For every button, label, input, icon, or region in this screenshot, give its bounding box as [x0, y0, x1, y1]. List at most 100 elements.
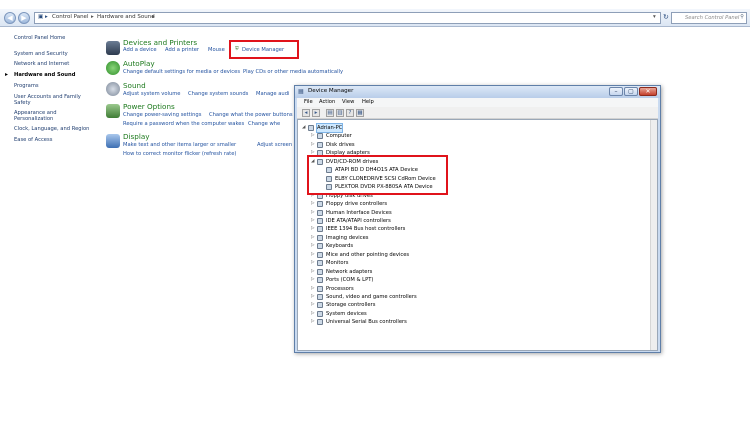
- breadcrumb-hardware-and-sound[interactable]: Hardware and Sound: [97, 14, 155, 20]
- link-make-text-larger[interactable]: Make text and other items larger or smal…: [123, 142, 236, 148]
- menu-help[interactable]: Help: [362, 99, 374, 105]
- nav-appearance-line2[interactable]: Personalization: [14, 116, 53, 122]
- link-add-device[interactable]: Add a device: [123, 47, 157, 53]
- properties-icon[interactable]: ▤: [326, 109, 334, 117]
- minimize-button[interactable]: –: [609, 87, 623, 96]
- category-autoplay[interactable]: AutoPlay: [123, 59, 155, 68]
- address-bar[interactable]: ▣ ▸ Control Panel ▸ Hardware and Sound ▸…: [34, 12, 661, 24]
- link-add-printer[interactable]: Add a printer: [165, 47, 199, 53]
- tree-root-computer[interactable]: ◢ Adrian-PC: [302, 123, 648, 133]
- nav-user-accounts-line2[interactable]: Safety: [14, 100, 31, 106]
- link-change-default-media[interactable]: Change default settings for media or dev…: [123, 69, 240, 75]
- link-manage-audio[interactable]: Manage audi: [256, 91, 289, 97]
- search-input[interactable]: Search Control Panel ⚲: [671, 12, 747, 24]
- device-icon: [317, 285, 323, 292]
- expand-arrow-icon[interactable]: ▷: [311, 217, 315, 225]
- menu-action[interactable]: Action: [319, 99, 335, 105]
- tree-category[interactable]: ▷ Mice and other pointing devices: [311, 251, 648, 259]
- scan-hardware-icon[interactable]: ▦: [356, 109, 364, 117]
- tree-category[interactable]: ▷ Human Interface Devices: [311, 209, 648, 217]
- tree-category[interactable]: ▷ Floppy drive controllers: [311, 200, 648, 208]
- tree-category[interactable]: ▷ Network adapters: [311, 268, 648, 276]
- back-arrow-icon[interactable]: ◀: [4, 12, 16, 24]
- collapse-arrow-icon[interactable]: ◢: [302, 124, 306, 132]
- devices-printers-icon[interactable]: [106, 41, 120, 55]
- category-power-options[interactable]: Power Options: [123, 102, 175, 111]
- tree-category[interactable]: ▷ Keyboards: [311, 242, 648, 250]
- tree-category[interactable]: ▷ Disk drives: [311, 141, 648, 149]
- help-icon[interactable]: ?: [346, 109, 354, 117]
- tree-category[interactable]: ▷ Sound, video and game controllers: [311, 293, 648, 301]
- tree-category[interactable]: ▷ Ports (COM & LPT): [311, 276, 648, 284]
- link-change-when[interactable]: Change whe: [248, 121, 280, 127]
- autoplay-icon[interactable]: [106, 61, 120, 75]
- expand-arrow-icon[interactable]: ▷: [311, 234, 315, 242]
- link-mouse[interactable]: Mouse: [208, 47, 225, 53]
- tree-category[interactable]: ▷ Storage controllers: [311, 301, 648, 309]
- category-sound[interactable]: Sound: [123, 81, 146, 90]
- tree-category[interactable]: ▷ Computer: [311, 132, 648, 140]
- tree-scrollbar[interactable]: [650, 120, 657, 350]
- forward-arrow-icon[interactable]: ▶: [18, 12, 30, 24]
- nav-control-panel-home[interactable]: Control Panel Home: [14, 35, 65, 41]
- tree-category[interactable]: ▷ Imaging devices: [311, 234, 648, 242]
- link-monitor-flicker[interactable]: How to correct monitor flicker (refresh …: [123, 151, 236, 157]
- forward-arrow-icon[interactable]: ▸: [312, 109, 320, 117]
- expand-arrow-icon[interactable]: ▷: [311, 259, 315, 267]
- expand-arrow-icon[interactable]: ▷: [311, 310, 315, 318]
- expand-arrow-icon[interactable]: ▷: [311, 268, 315, 276]
- menu-view[interactable]: View: [342, 99, 354, 105]
- tree-category[interactable]: ▷ Universal Serial Bus controllers: [311, 318, 648, 326]
- expand-arrow-icon[interactable]: ▷: [311, 251, 315, 259]
- speaker-icon[interactable]: [106, 82, 120, 96]
- link-power-saving[interactable]: Change power-saving settings: [123, 112, 201, 118]
- expand-arrow-icon[interactable]: ▷: [311, 276, 315, 284]
- nav-ease-of-access[interactable]: Ease of Access: [14, 137, 52, 143]
- power-options-icon[interactable]: [106, 104, 120, 118]
- close-button[interactable]: ✕: [639, 87, 657, 96]
- display-monitor-icon[interactable]: [106, 134, 120, 148]
- back-arrow-icon[interactable]: ◂: [302, 109, 310, 117]
- tree-category[interactable]: ▷ Monitors: [311, 259, 648, 267]
- link-play-cds[interactable]: Play CDs or other media automatically: [243, 69, 343, 75]
- refresh-icon[interactable]: ↻: [663, 13, 669, 21]
- nav-system-and-security[interactable]: System and Security: [14, 51, 68, 57]
- tree-label: Floppy drive controllers: [326, 201, 388, 208]
- expand-arrow-icon[interactable]: ▷: [311, 293, 315, 301]
- tree-category[interactable]: ▷ System devices: [311, 310, 648, 318]
- link-require-password[interactable]: Require a password when the computer wak…: [123, 121, 244, 127]
- device-icon: [317, 209, 323, 216]
- maximize-button[interactable]: ▢: [624, 87, 638, 96]
- nav-clock-language-region[interactable]: Clock, Language, and Region: [14, 126, 89, 132]
- category-display[interactable]: Display: [123, 132, 150, 141]
- nav-network-and-internet[interactable]: Network and Internet: [14, 61, 69, 67]
- expand-arrow-icon[interactable]: ▷: [311, 301, 315, 309]
- nav-programs[interactable]: Programs: [14, 83, 39, 89]
- menu-file[interactable]: File: [304, 99, 313, 105]
- link-power-buttons[interactable]: Change what the power buttons do: [209, 112, 301, 118]
- tree-category[interactable]: ▷ IEEE 1394 Bus host controllers: [311, 225, 648, 233]
- expand-arrow-icon[interactable]: ▷: [311, 225, 315, 233]
- tree-label: Network adapters: [326, 268, 373, 275]
- device-manager-titlebar[interactable]: ▦ Device Manager – ▢ ✕: [295, 86, 660, 98]
- expand-arrow-icon[interactable]: ▷: [311, 132, 315, 140]
- chevron-down-icon[interactable]: ▾: [653, 14, 656, 20]
- expand-arrow-icon[interactable]: ▷: [311, 285, 315, 293]
- link-adjust-volume[interactable]: Adjust system volume: [123, 91, 181, 97]
- expand-arrow-icon[interactable]: ▷: [311, 209, 315, 217]
- expand-arrow-icon[interactable]: ▷: [311, 200, 315, 208]
- expand-arrow-icon[interactable]: ▷: [311, 242, 315, 250]
- link-change-system-sounds[interactable]: Change system sounds: [188, 91, 248, 97]
- tree-label: Computer: [326, 133, 352, 140]
- expand-arrow-icon[interactable]: ▷: [311, 141, 315, 149]
- tree-label: Human Interface Devices: [326, 209, 392, 216]
- tree-category[interactable]: ▷ Processors: [311, 285, 648, 293]
- tree-category[interactable]: ▷ IDE ATA/ATAPI controllers: [311, 217, 648, 225]
- console-tree-icon[interactable]: ▥: [336, 109, 344, 117]
- tree-label: Storage controllers: [326, 302, 376, 309]
- category-devices-and-printers[interactable]: Devices and Printers: [123, 38, 197, 47]
- expand-arrow-icon[interactable]: ▷: [311, 318, 315, 326]
- device-icon: [317, 133, 323, 140]
- nav-hardware-and-sound[interactable]: Hardware and Sound: [14, 72, 75, 78]
- breadcrumb-control-panel[interactable]: Control Panel: [52, 14, 88, 20]
